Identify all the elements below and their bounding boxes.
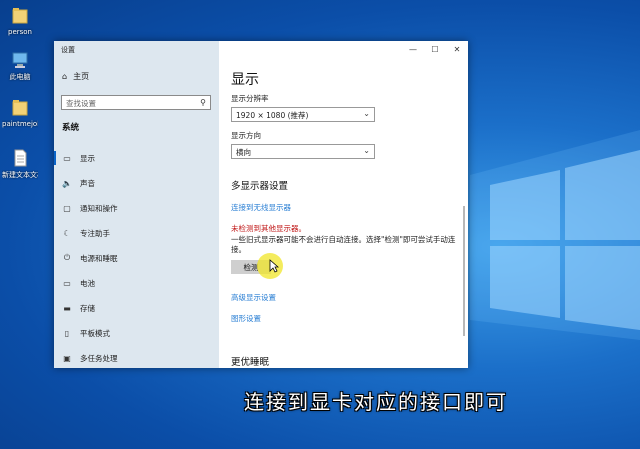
- speaker-icon: 🔈: [62, 178, 72, 188]
- chevron-down-icon: ⌄: [363, 146, 370, 155]
- home-label: 主页: [73, 72, 90, 81]
- sidebar: 设置 ⌂ 主页 查找设置 ⚲ 系统 ▭ 显示 🔈 声音 ▢ 通知和操作 ☾ 专注…: [54, 41, 219, 368]
- monitor-icon: ▭: [63, 153, 71, 163]
- close-button[interactable]: ✕: [446, 41, 468, 57]
- sidebar-item-notifications[interactable]: ▢ 通知和操作: [54, 198, 219, 218]
- home-link[interactable]: ⌂ 主页: [62, 71, 89, 82]
- search-placeholder: 查找设置: [66, 99, 96, 108]
- resolution-select[interactable]: 1920 × 1080 (推荐) ⌄: [231, 107, 375, 122]
- orientation-value: 横向: [236, 148, 251, 157]
- sidebar-item-focus-assist[interactable]: ☾ 专注助手: [54, 223, 219, 243]
- folder-icon: [11, 6, 29, 26]
- sidebar-item-battery[interactable]: ▭ 电池: [54, 273, 219, 293]
- sidebar-item-label: 电源和睡眠: [80, 253, 118, 263]
- main-content: — ☐ ✕ 显示 显示分辨率 1920 × 1080 (推荐) ⌄ 显示方向 横…: [219, 41, 468, 368]
- section-title: 系统: [62, 123, 80, 133]
- desktop-icon-label: 新建文本文档: [2, 171, 38, 179]
- battery-icon: ▭: [63, 278, 71, 288]
- maximize-button[interactable]: ☐: [424, 41, 446, 57]
- advanced-display-link[interactable]: 高级显示设置: [231, 292, 276, 303]
- chevron-down-icon: ⌄: [363, 109, 370, 118]
- desktop-icon-computer[interactable]: 此电脑: [2, 50, 38, 82]
- desktop-icon-label: 此电脑: [9, 73, 31, 81]
- storage-icon: ▬: [63, 303, 71, 313]
- video-subtitle: 连接到显卡对应的接口即可: [244, 390, 508, 414]
- folder-icon: [11, 98, 29, 118]
- minimize-button[interactable]: —: [402, 41, 424, 57]
- sidebar-item-label: 专注助手: [80, 228, 110, 238]
- orientation-label: 显示方向: [231, 131, 261, 140]
- sidebar-item-label: 显示: [80, 153, 95, 163]
- window-title: 设置: [61, 46, 75, 54]
- sidebar-item-label: 声音: [80, 178, 95, 188]
- sidebar-item-label: 电池: [80, 278, 95, 288]
- sidebar-item-storage[interactable]: ▬ 存储: [54, 298, 219, 318]
- connect-wireless-link[interactable]: 连接到无线显示器: [231, 202, 291, 213]
- sleep-heading: 更优睡眠: [231, 357, 270, 368]
- cursor-icon: [269, 259, 279, 273]
- moon-icon: ☾: [63, 228, 71, 238]
- orientation-select[interactable]: 横向 ⌄: [231, 144, 375, 159]
- desktop-icon-label: person: [8, 28, 32, 36]
- search-icon: ⚲: [200, 98, 206, 107]
- sidebar-item-multitasking[interactable]: ▣ 多任务处理: [54, 348, 219, 368]
- search-input[interactable]: 查找设置 ⚲: [61, 95, 211, 110]
- sidebar-item-sound[interactable]: 🔈 声音: [54, 173, 219, 193]
- scrollbar[interactable]: [463, 206, 465, 336]
- sidebar-item-display[interactable]: ▭ 显示: [54, 148, 219, 168]
- multitask-icon: ▣: [63, 353, 71, 363]
- sidebar-item-power-sleep[interactable]: ⏻ 电源和睡眠: [54, 248, 219, 268]
- resolution-value: 1920 × 1080 (推荐): [236, 111, 309, 120]
- tablet-icon: ▯: [64, 328, 70, 338]
- multi-display-heading: 多显示器设置: [231, 181, 289, 192]
- sidebar-item-tablet-mode[interactable]: ▯ 平板模式: [54, 323, 219, 343]
- page-title: 显示: [231, 72, 259, 88]
- power-icon: ⏻: [63, 253, 71, 262]
- file-icon: [11, 148, 29, 168]
- graphics-settings-link[interactable]: 图形设置: [231, 313, 261, 324]
- sidebar-item-label: 多任务处理: [80, 353, 118, 363]
- desktop-icon-label: paintmejob: [2, 120, 38, 128]
- resolution-label: 显示分辨率: [231, 94, 269, 103]
- error-text: 未检测到其他显示器。: [231, 224, 306, 233]
- notification-icon: ▢: [63, 203, 71, 213]
- computer-icon: [11, 50, 29, 70]
- sidebar-item-label: 存储: [80, 303, 95, 313]
- description-text: 一些旧式显示器可能不会进行自动连接。选择"检测"即可尝试手动连接。: [231, 235, 456, 254]
- settings-window: 设置 ⌂ 主页 查找设置 ⚲ 系统 ▭ 显示 🔈 声音 ▢ 通知和操作 ☾ 专注…: [54, 41, 468, 368]
- sidebar-item-label: 平板模式: [80, 328, 110, 338]
- desktop-icon-person[interactable]: person: [2, 6, 38, 36]
- desktop-icon-textfile[interactable]: 新建文本文档: [2, 148, 38, 180]
- sidebar-item-label: 通知和操作: [80, 203, 118, 213]
- desktop-icon-paintmejob[interactable]: paintmejob: [2, 98, 38, 128]
- window-controls: — ☐ ✕: [402, 41, 468, 57]
- home-icon: ⌂: [62, 72, 68, 81]
